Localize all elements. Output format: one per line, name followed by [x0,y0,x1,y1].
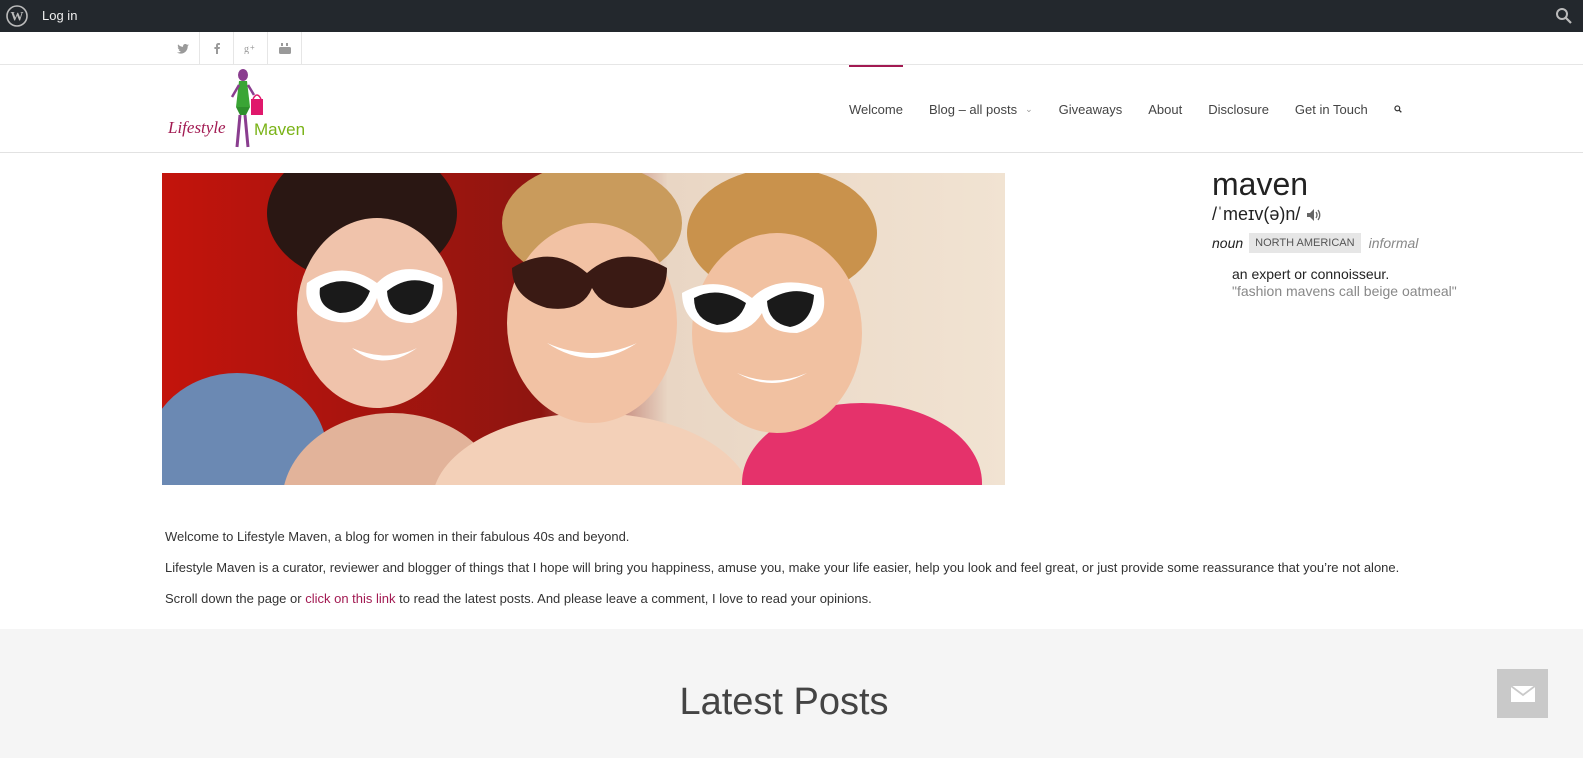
section-title: Latest Posts [679,681,889,723]
nav-item-about[interactable]: About [1135,65,1195,153]
speaker-icon[interactable] [1306,208,1322,222]
twitter-icon[interactable] [166,32,200,65]
definition-example: "fashion mavens call beige oatmeal" [1232,283,1457,299]
search-icon [1394,105,1402,113]
nav-item-get-in-touch[interactable]: Get in Touch [1282,65,1381,153]
intro-paragraph-3: Scroll down the page or click on this li… [165,591,872,606]
nav-search-button[interactable] [1381,65,1415,153]
nav-item-disclosure[interactable]: Disclosure [1195,65,1282,153]
latest-posts-link[interactable]: click on this link [305,591,395,606]
nav-item-blog[interactable]: Blog – all posts ⌄ [916,65,1046,153]
hero-photo [162,173,1005,485]
intro-paragraph-2: Lifestyle Maven is a curator, reviewer a… [165,560,1400,575]
intro-paragraph-1: Welcome to Lifestyle Maven, a blog for w… [165,529,630,544]
svg-text:g: g [244,44,249,54]
svg-text:Maven: Maven [254,120,305,139]
definition-word: maven [1212,166,1309,202]
search-icon[interactable] [1555,7,1573,25]
social-links: g + [166,32,302,65]
definition-card: maven /ˈmeɪv(ə)n/ noun NORTH AMERICAN in… [1212,166,1552,299]
facebook-icon[interactable] [200,32,234,65]
admin-bar: W Log in [0,0,1583,32]
svg-text:Lifestyle: Lifestyle [167,118,226,137]
top-bar: g + [0,32,1583,65]
svg-text:W: W [11,9,24,24]
latest-posts-section: Latest Posts [0,629,1583,758]
google-plus-icon[interactable]: g + [234,32,268,65]
login-link[interactable]: Log in [42,8,77,23]
definition-meaning: an expert or connoisseur. [1232,266,1390,282]
intro-text: Welcome to Lifestyle Maven, a blog for w… [165,529,1465,622]
site-header: Lifestyle Maven Welcome Blog – all posts… [0,65,1583,153]
wordpress-icon[interactable]: W [6,5,28,27]
definition-pronunciation: /ˈmeɪv(ə)n/ [1212,204,1552,225]
region-badge: NORTH AMERICAN [1249,233,1361,253]
envelope-icon [1510,685,1535,702]
part-of-speech: noun [1212,235,1244,251]
youtube-icon[interactable] [268,32,302,65]
nav-item-giveaways[interactable]: Giveaways [1046,65,1136,153]
register-label: informal [1368,235,1419,251]
contact-button[interactable] [1497,669,1548,718]
main-nav: Welcome Blog – all posts ⌄ Giveaways Abou… [836,65,1415,153]
hero-image [162,173,1005,485]
nav-item-welcome[interactable]: Welcome [836,65,916,153]
chevron-down-icon: ⌄ [1025,103,1033,114]
svg-text:+: + [250,43,255,52]
definition-pos-row: noun NORTH AMERICAN informal [1212,233,1552,253]
site-logo[interactable]: Lifestyle Maven [166,67,316,153]
